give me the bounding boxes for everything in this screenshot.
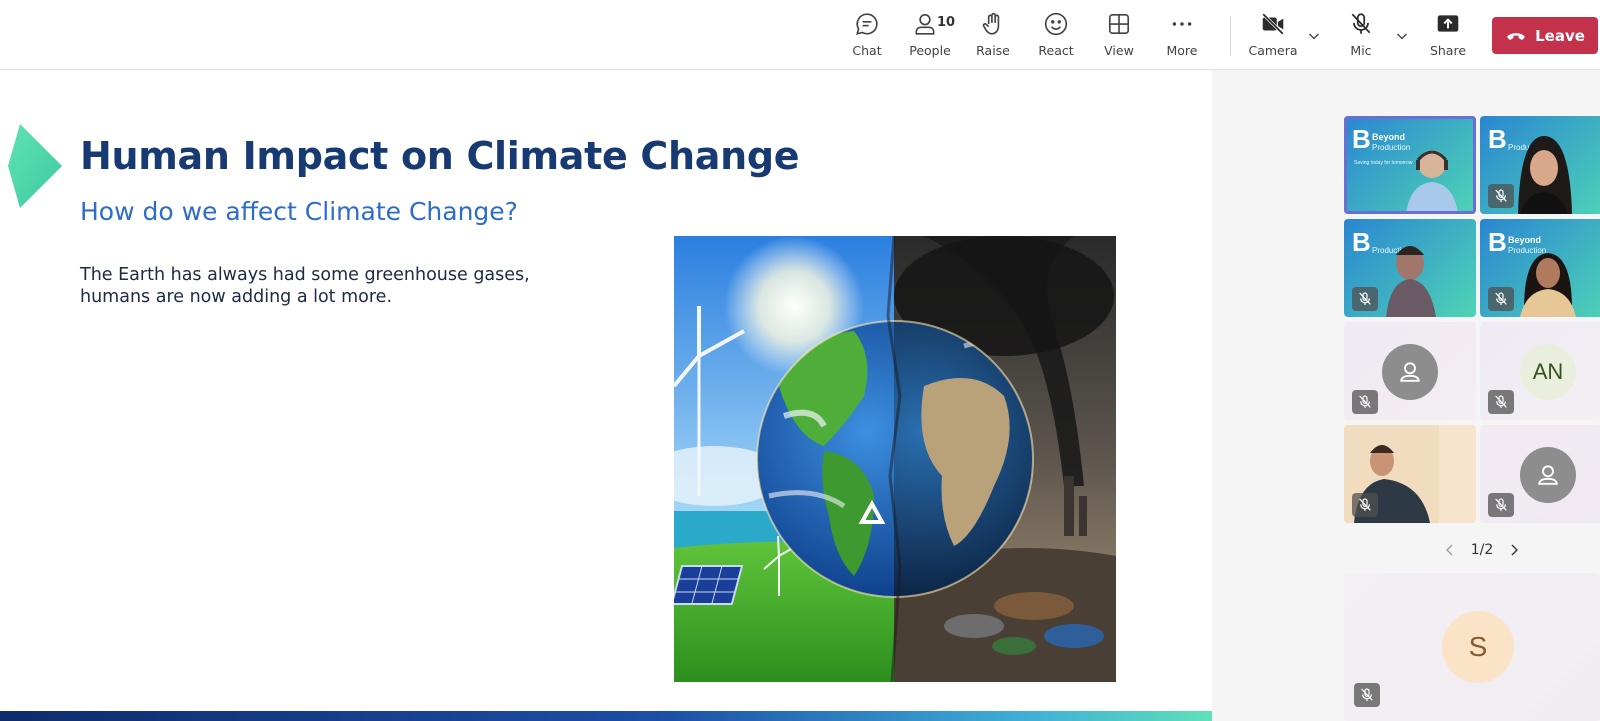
self-muted-badge [1354,683,1380,707]
svg-text:Production: Production [1372,143,1410,152]
svg-text:Beyond: Beyond [1372,132,1405,142]
camera-options-chevron[interactable] [1306,28,1324,46]
mic-off-icon [1495,395,1507,408]
slide-body-line-2: humans are now adding a lot more. [80,287,393,307]
chat-icon [853,10,881,38]
share-screen-icon [1434,10,1462,38]
people-label: People [909,43,951,58]
more-button[interactable]: More [1152,10,1212,64]
participant-6-initials-avatar: AN [1520,344,1576,400]
raise-hand-button[interactable]: Raise [963,10,1023,64]
svg-text:B: B [1488,227,1507,257]
svg-text:Saving today for tomorrow: Saving today for tomorrow [1354,160,1413,166]
participant-video-1: B Beyond Production Saving today for tom… [1352,124,1458,214]
smiley-icon [1042,10,1070,38]
participant-8-muted-badge [1488,493,1514,517]
view-label: View [1104,43,1134,58]
participant-tile-5[interactable] [1344,322,1476,420]
mic-off-icon [1359,395,1371,408]
chat-button[interactable]: Chat [837,10,897,64]
participant-tile-2[interactable]: B Production [1480,116,1600,214]
mic-off-icon [1361,688,1373,701]
participant-5-muted-badge [1352,390,1378,414]
toolbar-divider [1230,16,1231,56]
participant-7-muted-badge [1352,493,1378,517]
meeting-toolbar: Chat 10 People Raise React View More Cam… [0,0,1600,70]
participant-6-muted-badge [1488,390,1514,414]
slide-body-line-1: The Earth has always had some greenhouse… [80,265,530,285]
participant-3-muted-badge [1352,287,1378,311]
default-avatar-icon [1520,447,1576,503]
react-button[interactable]: React [1026,10,1086,64]
default-avatar-icon [1382,344,1438,400]
hand-icon [979,10,1007,38]
slide-subtitle: How do we affect Climate Change? [80,197,518,226]
chat-label: Chat [852,43,882,58]
grid-view-icon [1105,10,1133,38]
accent-diamond-shape [8,124,62,208]
people-count: 10 [937,15,956,30]
slide-body-text: The Earth has always had some greenhouse… [80,264,540,308]
participant-tile-7[interactable] [1344,425,1476,523]
mic-off-icon [1495,189,1507,202]
participant-tile-8[interactable] [1480,425,1600,523]
mic-off-icon [1347,10,1375,38]
self-initials-avatar: S [1442,611,1514,683]
svg-text:Production: Production [1508,246,1546,255]
mic-off-icon [1359,498,1371,511]
mic-label: Mic [1350,43,1372,58]
leave-button[interactable]: Leave [1492,17,1598,54]
mic-off-icon [1359,292,1371,305]
pager-text: 1/2 [1470,542,1494,558]
more-dots-icon [1168,10,1196,38]
self-view-tile[interactable]: S [1344,573,1600,721]
participant-tile-6[interactable]: AN [1480,322,1600,420]
previous-page-chevron-icon[interactable] [1442,542,1458,558]
svg-text:Beyond: Beyond [1508,235,1541,245]
more-label: More [1166,43,1198,58]
mic-off-icon [1495,498,1507,511]
react-label: React [1038,43,1074,58]
shared-slide: Human Impact on Climate Change How do we… [0,71,1212,721]
participant-tile-3[interactable]: B Production [1344,219,1476,317]
participant-tile-4[interactable]: B Beyond Production [1480,219,1600,317]
raise-label: Raise [976,43,1010,58]
participant-2-muted-badge [1488,184,1514,208]
next-page-chevron-icon[interactable] [1506,542,1522,558]
mic-button[interactable]: Mic [1331,10,1391,64]
slide-title: Human Impact on Climate Change [80,134,800,178]
share-button[interactable]: Share [1418,10,1478,64]
camera-button[interactable]: Camera [1243,10,1303,64]
participant-tile-1[interactable]: B Beyond Production Saving today for tom… [1344,116,1476,214]
svg-text:B: B [1352,227,1371,257]
people-icon: 10 [911,10,955,38]
earth-split-illustration [674,236,1116,682]
camera-off-icon [1259,10,1287,38]
slide-bottom-gradient-bar [0,711,1212,721]
gallery-pager: 1/2 [1442,540,1522,560]
phone-hangup-icon [1507,32,1525,40]
participant-4-muted-badge [1488,287,1514,311]
svg-text:B: B [1352,124,1371,154]
share-label: Share [1429,43,1467,58]
mic-options-chevron[interactable] [1394,28,1412,46]
leave-label: Leave [1535,26,1585,45]
mic-off-icon [1495,292,1507,305]
svg-text:B: B [1488,124,1507,154]
view-button[interactable]: View [1089,10,1149,64]
people-button[interactable]: 10 People [900,10,960,64]
camera-label: Camera [1248,43,1298,58]
